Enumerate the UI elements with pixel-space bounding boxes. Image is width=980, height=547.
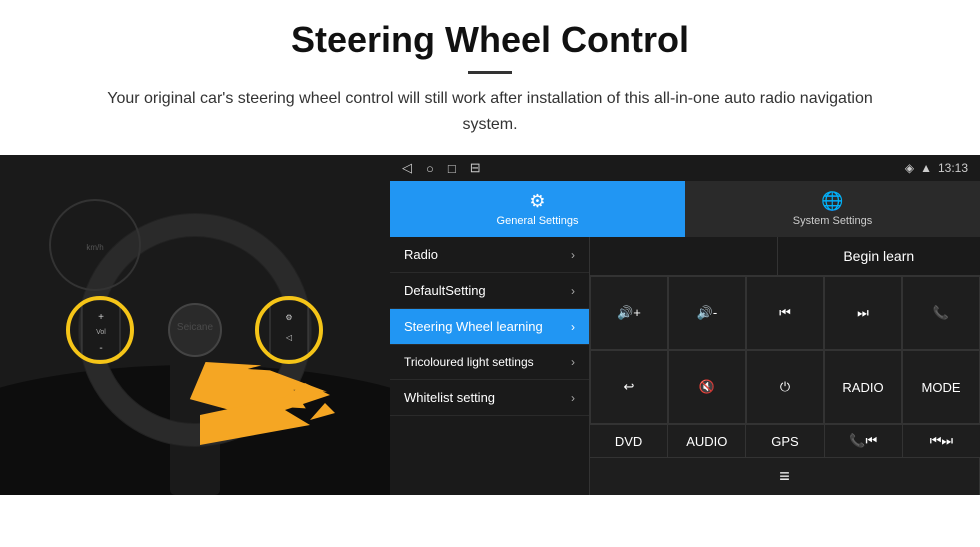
svg-text:+: + <box>98 312 104 323</box>
page-subtitle: Your original car's steering wheel contr… <box>80 86 900 137</box>
chevron-icon: › <box>571 248 575 262</box>
control-grid: 🔊+ 🔊- ⏮ ⏭ 📞 <box>590 276 980 424</box>
svg-text:Seicane: Seicane <box>177 322 214 333</box>
gps-label: GPS <box>771 434 798 449</box>
svg-text:◁: ◁ <box>286 333 293 342</box>
volume-up-button[interactable]: 🔊+ <box>590 276 668 350</box>
dvd-label: DVD <box>615 434 642 449</box>
left-menu: Radio › DefaultSetting › Steering Wheel … <box>390 237 590 495</box>
chevron-icon: › <box>571 284 575 298</box>
radio-label: RADIO <box>842 380 883 395</box>
wifi-icon: ▲ <box>920 161 932 175</box>
home-icon[interactable]: ○ <box>426 161 434 176</box>
recents-icon[interactable]: □ <box>448 161 456 176</box>
header-section: Steering Wheel Control Your original car… <box>0 0 980 147</box>
phone-prev-button[interactable]: 📞⏮ <box>825 425 903 457</box>
prev-next-button[interactable]: ⏮⏭ <box>903 425 980 457</box>
volume-down-button[interactable]: 🔊- <box>668 276 746 350</box>
power-button[interactable]: ⏻ <box>746 350 824 424</box>
mute-button[interactable]: 🔇 <box>668 350 746 424</box>
tab-system-label: System Settings <box>793 215 872 227</box>
power-icon: ⏻ <box>780 379 790 395</box>
time-display: 13:13 <box>938 161 968 175</box>
prev-track-icon: ⏮ <box>779 305 791 321</box>
menu-item-tricoloured[interactable]: Tricoloured light settings › <box>390 345 589 380</box>
hamburger-icon: ≡ <box>779 466 790 487</box>
prev-track-button[interactable]: ⏮ <box>746 276 824 350</box>
status-bar: ◁ ○ □ ⊟ ◈ ▲ 13:13 <box>390 155 980 181</box>
gps-button[interactable]: GPS <box>746 425 824 457</box>
page-title: Steering Wheel Control <box>40 18 940 61</box>
audio-label: AUDIO <box>686 434 727 449</box>
mode-button[interactable]: MODE <box>902 350 980 424</box>
system-settings-icon: 🌐 <box>821 191 843 212</box>
mute-icon: 🔇 <box>699 379 715 395</box>
prev-next-icon: ⏮⏭ <box>930 433 953 449</box>
phone-button[interactable]: 📞 <box>902 276 980 350</box>
tab-bar: ⚙ General Settings 🌐 System Settings <box>390 181 980 237</box>
last-row: ≡ <box>590 457 980 495</box>
chevron-icon: › <box>571 320 575 334</box>
mode-label: MODE <box>922 380 961 395</box>
svg-text:-: - <box>99 343 102 354</box>
phone-icon: 📞 <box>933 305 949 321</box>
app-icon[interactable]: ⊟ <box>470 160 481 176</box>
title-divider <box>468 71 512 74</box>
svg-text:km/h: km/h <box>86 243 103 252</box>
volume-up-icon: 🔊+ <box>617 305 641 321</box>
menu-item-radio[interactable]: Radio › <box>390 237 589 273</box>
bottom-row: DVD AUDIO GPS 📞⏮ ⏮⏭ <box>590 424 980 457</box>
menu-item-default-setting[interactable]: DefaultSetting › <box>390 273 589 309</box>
status-bar-right: ◈ ▲ 13:13 <box>905 161 968 175</box>
volume-down-icon: 🔊- <box>697 305 718 321</box>
chevron-icon: › <box>571 391 575 405</box>
page-container: Steering Wheel Control Your original car… <box>0 0 980 495</box>
right-panel: Begin learn 🔊+ 🔊- ⏮ <box>590 237 980 495</box>
tab-general-label: General Settings <box>497 215 579 227</box>
car-image-inner: + Vol - ⚙ ◁ km/h <box>0 155 390 495</box>
audio-button[interactable]: AUDIO <box>668 425 746 457</box>
tab-general-settings[interactable]: ⚙ General Settings <box>390 181 685 237</box>
chevron-icon: › <box>571 355 575 369</box>
menu-item-steering-wheel[interactable]: Steering Wheel learning › <box>390 309 589 345</box>
top-row: Begin learn <box>590 237 980 276</box>
begin-learn-button[interactable]: Begin learn <box>778 237 980 275</box>
content-section: + Vol - ⚙ ◁ km/h <box>0 155 980 495</box>
gps-status-icon: ◈ <box>905 161 914 175</box>
back-icon[interactable]: ◁ <box>402 160 412 176</box>
next-track-button[interactable]: ⏭ <box>824 276 902 350</box>
svg-text:Vol: Vol <box>96 329 106 336</box>
status-bar-left: ◁ ○ □ ⊟ <box>402 160 481 176</box>
car-svg: + Vol - ⚙ ◁ km/h <box>0 155 390 495</box>
menu-icon-button[interactable]: ≡ <box>590 458 980 495</box>
phone-prev-icon: 📞⏮ <box>849 433 877 449</box>
general-settings-icon: ⚙ <box>529 191 545 212</box>
empty-cell <box>590 237 778 275</box>
tab-system-settings[interactable]: 🌐 System Settings <box>685 181 980 237</box>
back-call-button[interactable]: ↩ <box>590 350 668 424</box>
menu-list: Radio › DefaultSetting › Steering Wheel … <box>390 237 980 495</box>
radio-mode-button[interactable]: RADIO <box>824 350 902 424</box>
back-call-icon: ↩ <box>624 379 635 395</box>
svg-text:⚙: ⚙ <box>285 313 292 322</box>
menu-item-whitelist[interactable]: Whitelist setting › <box>390 380 589 416</box>
dvd-button[interactable]: DVD <box>590 425 668 457</box>
android-panel: ◁ ○ □ ⊟ ◈ ▲ 13:13 ⚙ General Settings <box>390 155 980 495</box>
next-track-icon: ⏭ <box>857 305 869 321</box>
car-image: + Vol - ⚙ ◁ km/h <box>0 155 390 495</box>
